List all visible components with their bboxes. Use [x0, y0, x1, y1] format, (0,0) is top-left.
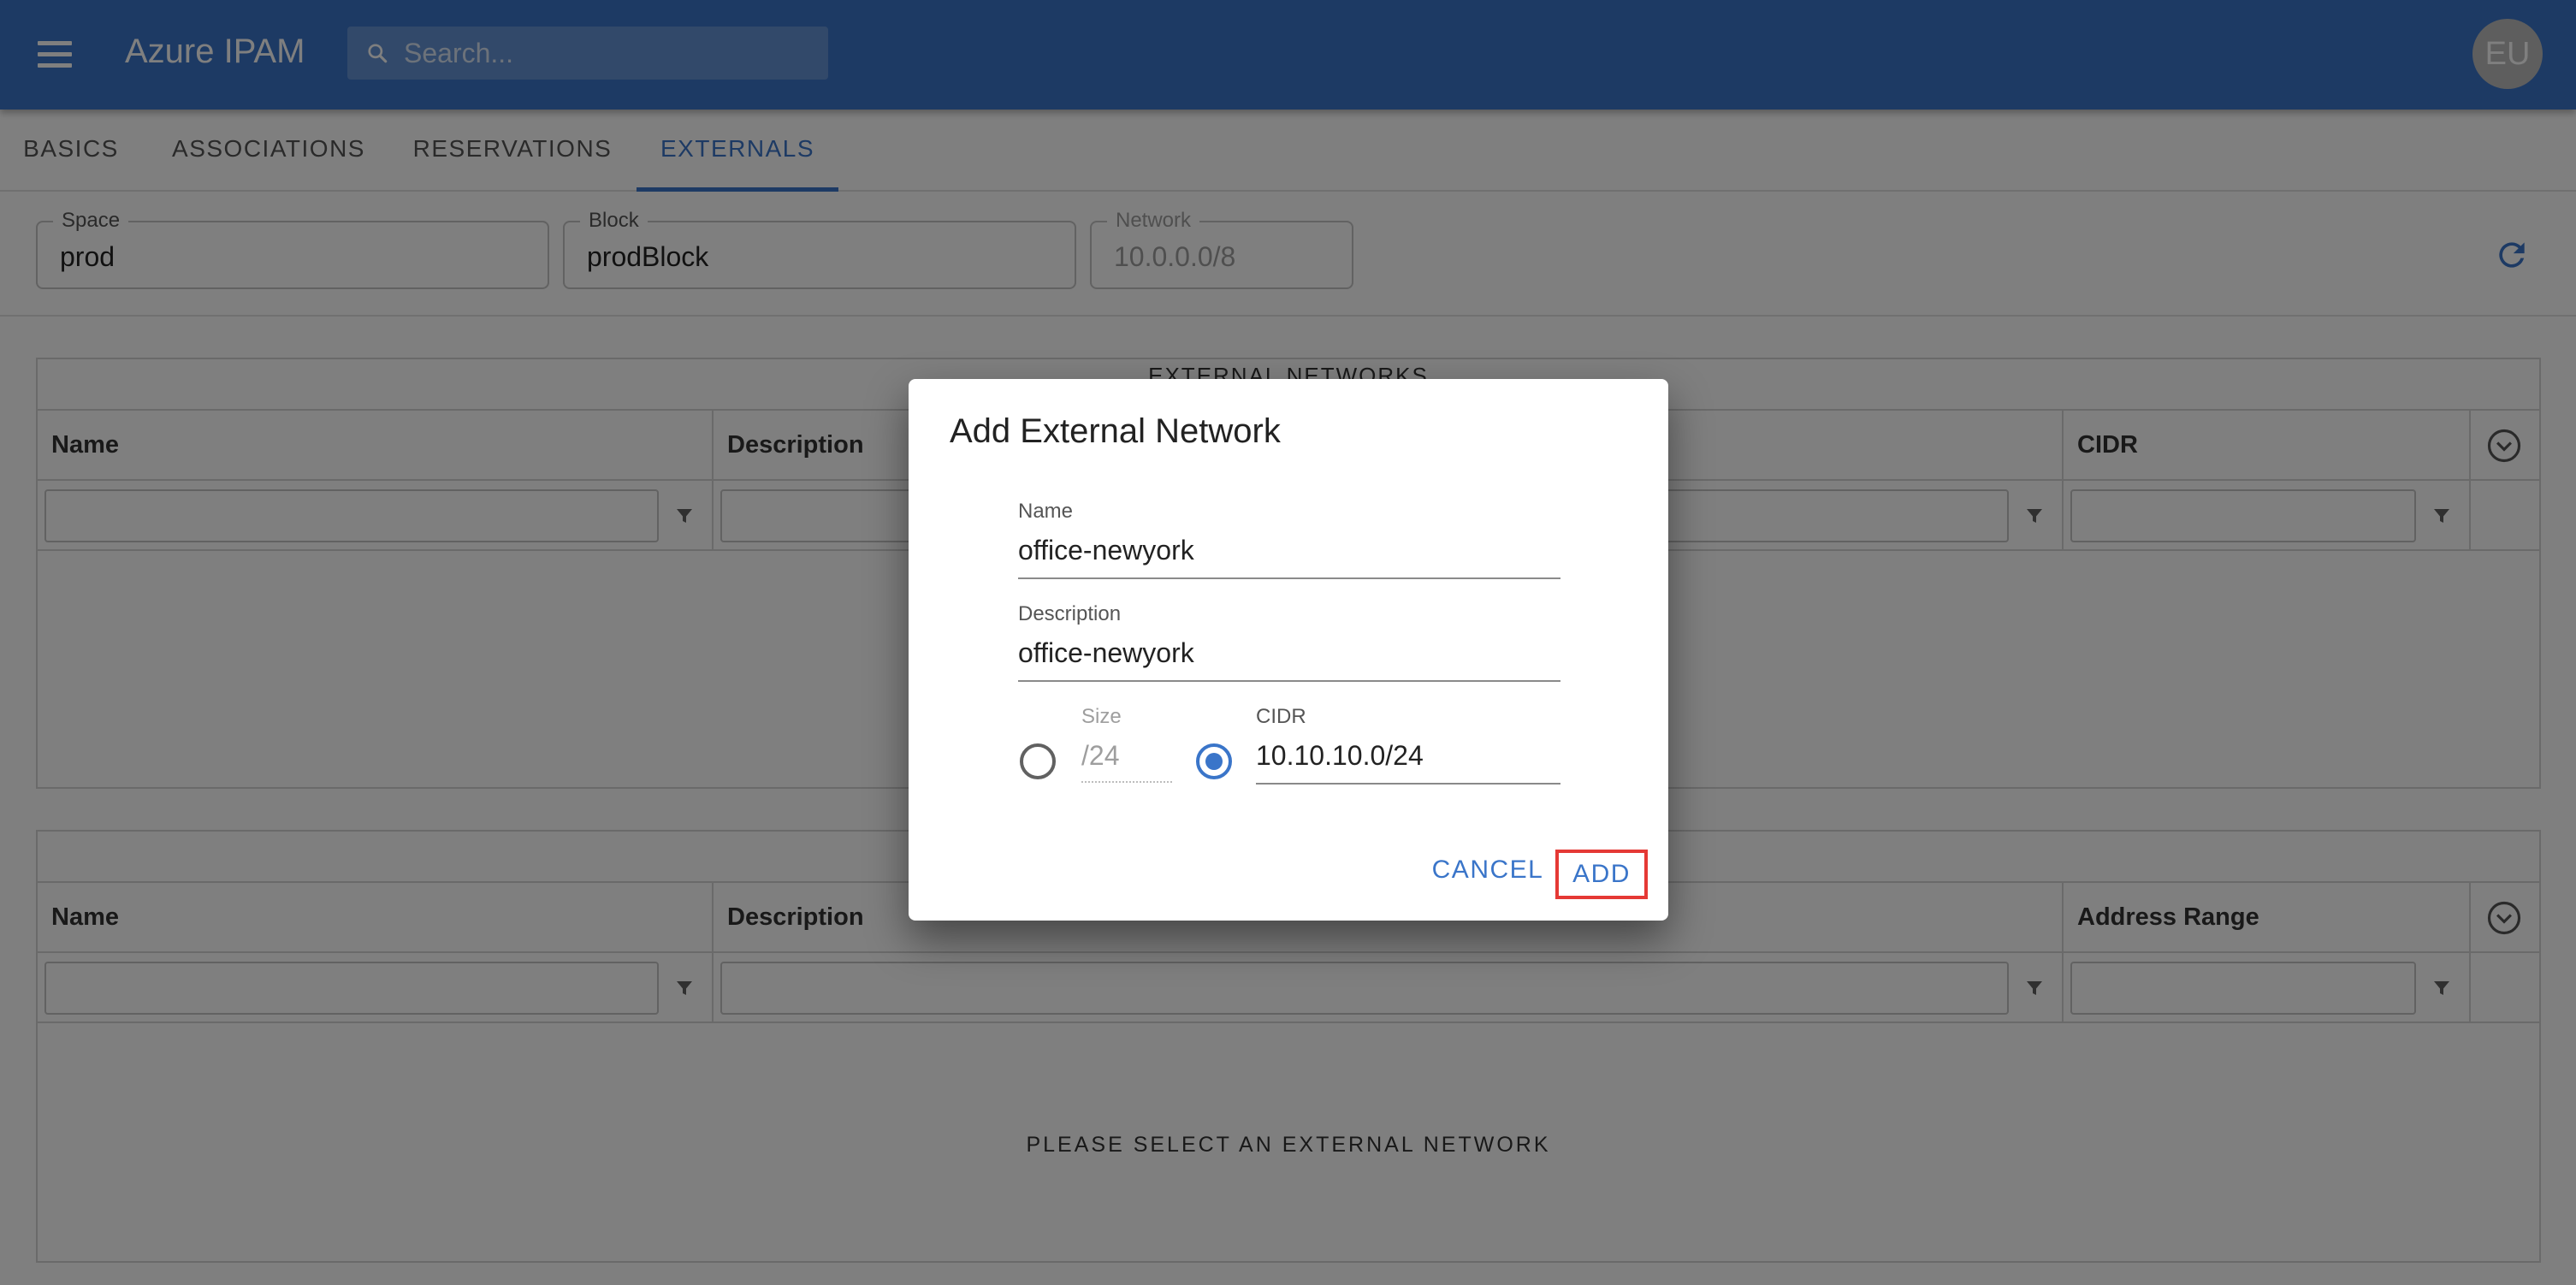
size-label: Size [1081, 705, 1122, 728]
cancel-button[interactable]: CANCEL [1405, 846, 1571, 894]
cidr-radio[interactable] [1196, 743, 1232, 779]
dialog-title: Add External Network [950, 412, 1281, 450]
name-field[interactable]: Name office-newyork [1018, 499, 1560, 579]
description-input[interactable]: office-newyork [1018, 634, 1560, 682]
add-external-network-dialog: Add External Network Name office-newyork… [909, 379, 1668, 921]
size-select: /24 [1081, 737, 1172, 783]
cidr-input[interactable]: 10.10.10.0/24 [1256, 737, 1560, 785]
size-radio[interactable] [1020, 743, 1056, 779]
name-label: Name [1018, 500, 1074, 523]
cidr-field-inner[interactable]: CIDR 10.10.10.0/24 [1256, 704, 1560, 785]
name-input[interactable]: office-newyork [1018, 531, 1560, 579]
description-label: Description [1018, 602, 1122, 625]
cidr-label: CIDR [1256, 705, 1306, 728]
add-button[interactable]: ADD [1555, 850, 1648, 899]
description-field[interactable]: Description office-newyork [1018, 601, 1560, 682]
